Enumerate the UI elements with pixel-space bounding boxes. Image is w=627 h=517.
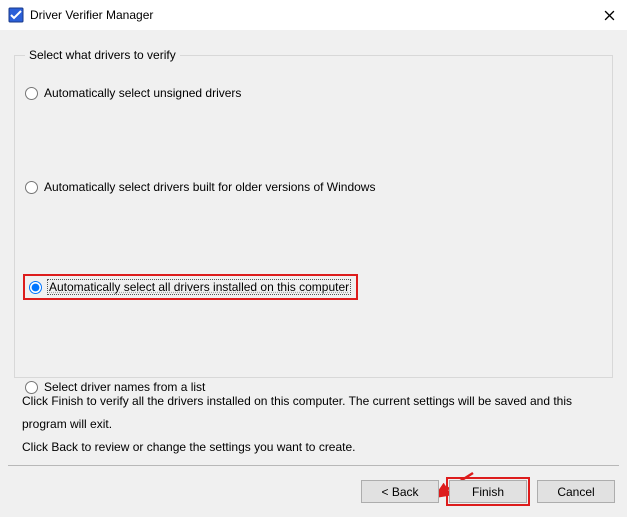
option-from-list[interactable]: Select driver names from a list <box>25 380 604 394</box>
info-line-1: Click Finish to verify all the drivers i… <box>22 390 605 436</box>
option-label: Select driver names from a list <box>44 380 205 394</box>
dialog-content: Select what drivers to verify Automatica… <box>0 30 627 517</box>
option-label: Automatically select all drivers install… <box>48 280 350 294</box>
option-label: Automatically select drivers built for o… <box>44 180 375 194</box>
cancel-button[interactable]: Cancel <box>537 480 615 503</box>
titlebar: Driver Verifier Manager <box>0 0 627 30</box>
info-line-2: Click Back to review or change the setti… <box>22 436 605 459</box>
option-label: Automatically select unsigned drivers <box>44 86 241 100</box>
close-icon <box>604 10 615 21</box>
back-button[interactable]: < Back <box>361 480 439 503</box>
close-button[interactable] <box>597 4 621 26</box>
button-row: < Back Finish Cancel <box>8 480 619 503</box>
group-legend: Select what drivers to verify <box>25 48 180 62</box>
separator <box>8 465 619 466</box>
window-title: Driver Verifier Manager <box>30 8 153 22</box>
option-unsigned-drivers[interactable]: Automatically select unsigned drivers <box>25 86 604 100</box>
radio-from-list[interactable] <box>25 381 38 394</box>
footer: < Back Finish Cancel <box>8 465 619 503</box>
info-text: Click Finish to verify all the drivers i… <box>14 390 613 458</box>
drivers-group: Select what drivers to verify Automatica… <box>14 48 613 378</box>
radio-older-windows[interactable] <box>25 181 38 194</box>
finish-button[interactable]: Finish <box>449 480 527 503</box>
radio-unsigned[interactable] <box>25 87 38 100</box>
highlight-box: Automatically select all drivers install… <box>23 274 358 300</box>
radio-all-drivers[interactable] <box>29 281 42 294</box>
app-icon <box>8 7 24 23</box>
option-older-windows[interactable]: Automatically select drivers built for o… <box>25 180 604 194</box>
